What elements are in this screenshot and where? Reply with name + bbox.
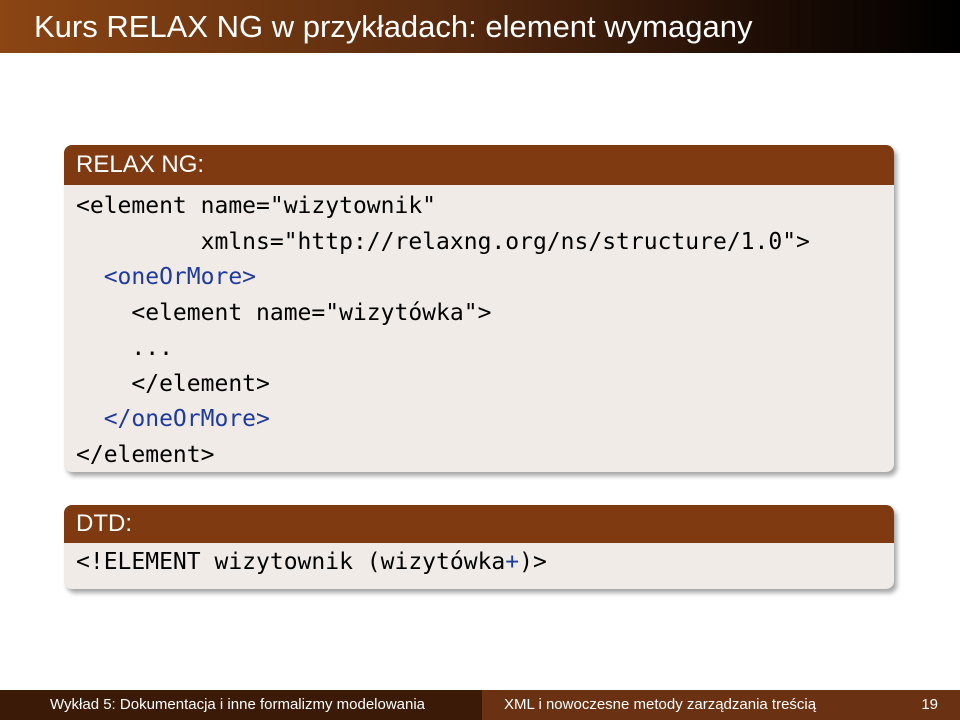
relaxng-code: <element name="wizytownik" xmlns="http:/… — [64, 185, 894, 472]
dtd-code-part: )> — [519, 549, 547, 575]
code-line: xmlns="http://relaxng.org/ns/structure/1… — [76, 228, 810, 255]
code-line: <element name="wizytówka"> — [76, 299, 492, 326]
dtd-code-part: <!ELEMENT wizytownik (wizytówka — [76, 549, 506, 575]
slide-title: Kurs RELAX NG w przykładach: element wym… — [34, 9, 753, 44]
footer-course-name: XML i nowoczesne metody zarządzania treś… — [504, 696, 817, 713]
dtd-plus-operator: + — [505, 549, 520, 575]
dtd-code: <!ELEMENT wizytownik (wizytówka+)> — [64, 543, 894, 581]
relaxng-block: RELAX NG: <element name="wizytownik" xml… — [64, 145, 894, 472]
footer-course-title: XML i nowoczesne metody zarządzania treś… — [482, 690, 960, 720]
slide-footer: Wykład 5: Dokumentacja i inne formalizmy… — [0, 690, 960, 720]
dtd-block-header: DTD: — [64, 505, 894, 543]
code-line: </element> — [76, 441, 215, 468]
slide-title-bar: Kurs RELAX NG w przykładach: element wym… — [0, 0, 960, 53]
code-line-keyword: <oneOrMore> — [76, 264, 257, 290]
page-number: 19 — [921, 696, 938, 713]
code-line-keyword: </oneOrMore> — [76, 406, 270, 432]
footer-lecture-title: Wykład 5: Dokumentacja i inne formalizmy… — [0, 690, 482, 720]
code-line: <element name="wizytownik" — [76, 193, 437, 219]
dtd-block: DTD: <!ELEMENT wizytownik (wizytówka+)> — [64, 505, 894, 589]
relaxng-block-header: RELAX NG: — [64, 145, 894, 185]
code-line: </element> — [76, 370, 270, 397]
code-line: ... — [76, 335, 173, 361]
code-line: <!ELEMENT wizytownik (wizytówka+)> — [76, 545, 894, 581]
